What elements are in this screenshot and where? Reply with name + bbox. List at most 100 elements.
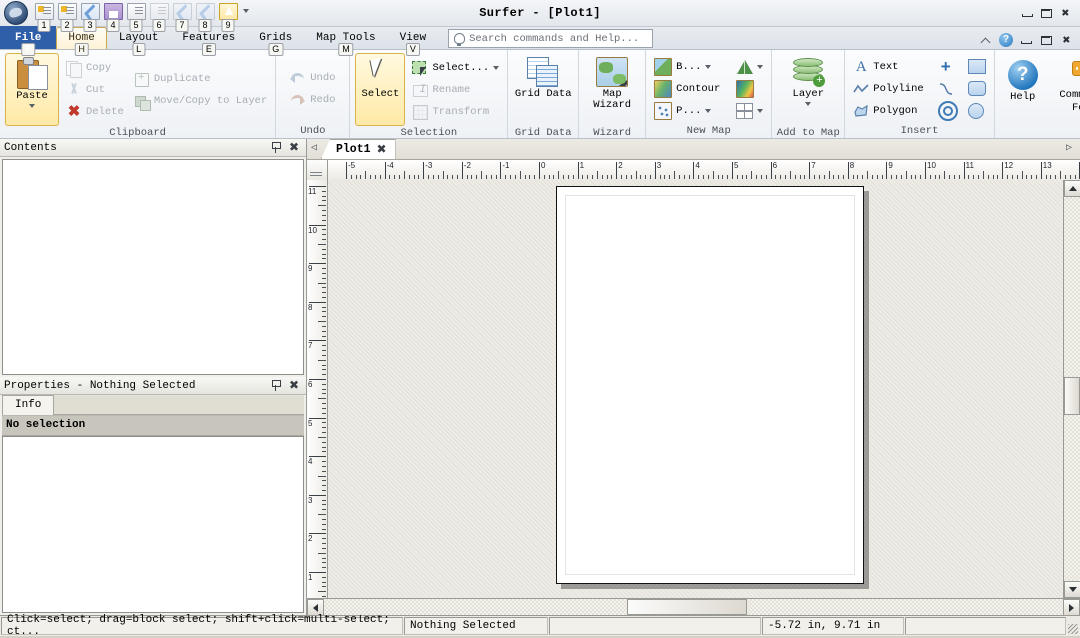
tab-info[interactable]: Info xyxy=(2,395,55,415)
color-relief-button[interactable] xyxy=(733,79,766,99)
select-menu-button[interactable]: Select... xyxy=(409,58,502,78)
post-map-button[interactable]: P... xyxy=(651,101,723,121)
copy-button[interactable]: Copy xyxy=(63,58,127,78)
map-wizard-button[interactable]: Map Wizard xyxy=(584,53,640,126)
post-map-dropdown-icon[interactable] xyxy=(705,108,712,113)
insert-polyline-button[interactable]: Polyline xyxy=(850,79,926,99)
search-box[interactable]: Search commands and Help... xyxy=(448,29,654,48)
document-restore-icon[interactable] xyxy=(1040,35,1053,46)
document-close-icon[interactable]: ✖ xyxy=(1060,34,1073,47)
insert-rounded-rect-button[interactable] xyxy=(965,79,989,99)
window-close-icon[interactable]: ✖ xyxy=(1059,7,1072,20)
redo-icon xyxy=(290,92,306,108)
vertical-scrollbar[interactable] xyxy=(1063,180,1080,598)
document-tab-plot1[interactable]: Plot1 ✖ xyxy=(321,139,396,159)
insert-text-button[interactable]: A Text xyxy=(850,57,926,77)
insert-text-label: Text xyxy=(873,60,899,73)
plus-crosshair-icon: + xyxy=(940,56,951,76)
horizontal-scrollbar[interactable] xyxy=(307,598,1080,616)
community-forum-button[interactable]: Community Forum xyxy=(1050,56,1080,129)
collapse-ribbon-icon[interactable] xyxy=(981,36,992,45)
window-minimize-icon[interactable] xyxy=(1021,8,1034,19)
properties-grid[interactable] xyxy=(2,436,304,613)
duplicate-button[interactable]: Duplicate xyxy=(131,69,270,89)
scroll-down-button[interactable] xyxy=(1064,581,1080,598)
plot-canvas[interactable] xyxy=(328,180,1063,598)
insert-rectangle-button[interactable] xyxy=(965,57,989,77)
paste-dropdown-icon[interactable] xyxy=(29,104,35,108)
cut-button[interactable]: Cut xyxy=(63,80,127,100)
tab-map-tools[interactable]: Map Tools M xyxy=(304,27,387,56)
properties-pin-icon[interactable] xyxy=(271,380,281,391)
group-label-clipboard: Clipboard xyxy=(109,127,166,139)
curve-icon xyxy=(938,81,954,97)
horizontal-scroll-track[interactable] xyxy=(324,599,1063,615)
help-button[interactable]: ? Help xyxy=(1000,56,1046,129)
insert-crosshair-button[interactable]: + xyxy=(935,57,961,77)
surface-3d-button[interactable] xyxy=(733,57,766,77)
undo-button[interactable]: Undo xyxy=(287,68,338,88)
delete-button[interactable]: ✖ Delete xyxy=(63,102,127,122)
select-tool-button[interactable]: Select xyxy=(355,53,406,126)
help-circle-icon: ? xyxy=(1007,60,1038,90)
multi-map-button[interactable] xyxy=(733,101,766,121)
horizontal-ruler[interactable]: -5-4-3-2-101234567891011121314 xyxy=(328,160,1080,181)
multi-map-dropdown-icon[interactable] xyxy=(757,108,764,113)
contents-tree-view[interactable] xyxy=(2,159,304,375)
contents-panel: Contents ✖ xyxy=(0,139,306,377)
insert-curve-button[interactable] xyxy=(935,79,961,99)
insert-polygon-button[interactable]: Polygon xyxy=(850,101,926,121)
scroll-up-button[interactable] xyxy=(1064,180,1080,197)
tab-grids[interactable]: Grids G xyxy=(247,27,304,56)
contents-close-icon[interactable]: ✖ xyxy=(289,141,299,153)
document-tab-close-icon[interactable]: ✖ xyxy=(377,143,387,155)
horizontal-scroll-thumb[interactable] xyxy=(626,599,747,615)
help-label: Help xyxy=(1010,91,1036,103)
move-copy-to-layer-button[interactable]: Move/Copy to Layer xyxy=(131,91,270,111)
base-map-button[interactable]: B... xyxy=(651,57,723,77)
contents-pin-icon[interactable] xyxy=(271,142,281,153)
transform-button[interactable]: Transform xyxy=(409,102,502,122)
ribbon-group-undo: Undo Redo Undo xyxy=(276,50,351,138)
grid-data-button[interactable]: Grid Data xyxy=(513,53,573,126)
keytip-tab-features: E xyxy=(201,43,216,56)
tab-view[interactable]: View V xyxy=(388,27,438,56)
keytip-new-worksheet: 2 xyxy=(60,19,74,32)
insert-polyline-label: Polyline xyxy=(873,82,924,95)
window-restore-icon[interactable] xyxy=(1040,8,1053,19)
resize-grip-icon[interactable] xyxy=(1066,616,1080,636)
post-map-icon xyxy=(654,101,673,120)
ruler-corner-unit[interactable] xyxy=(307,160,328,181)
rename-button[interactable]: Rename xyxy=(409,80,502,100)
doc-tab-prev-icon[interactable]: ◁ xyxy=(307,139,321,159)
ribbon-group-add-to-map: + Layer Add to Map xyxy=(772,50,846,139)
contour-map-button[interactable]: Contour xyxy=(651,79,723,99)
add-layer-button[interactable]: + Layer xyxy=(777,53,839,126)
redo-button[interactable]: Redo xyxy=(287,90,338,110)
surface-3d-dropdown-icon[interactable] xyxy=(757,64,764,69)
add-layer-dropdown-icon[interactable] xyxy=(805,102,812,106)
properties-close-icon[interactable]: ✖ xyxy=(289,379,299,391)
keytip-new-plot: 1 xyxy=(37,19,51,32)
paste-button[interactable]: Paste xyxy=(5,53,59,126)
insert-ellipse-button[interactable] xyxy=(965,101,989,121)
insert-concentric-button[interactable] xyxy=(935,100,961,121)
transform-label: Transform xyxy=(432,105,490,118)
properties-panel-title: Properties - Nothing Selected xyxy=(4,379,196,392)
vertical-ruler[interactable]: 11109876543210 xyxy=(307,180,328,598)
document-tab-bar: ◁ Plot1 ✖ ▷ xyxy=(307,139,1080,160)
vertical-scroll-track[interactable] xyxy=(1064,197,1080,581)
page-sheet[interactable] xyxy=(556,186,864,584)
keytip-export: 6 xyxy=(152,19,166,32)
polygon-icon xyxy=(853,103,869,119)
vertical-scroll-thumb[interactable] xyxy=(1064,377,1080,416)
select-menu-dropdown-icon[interactable] xyxy=(493,65,500,70)
keytip-tab-grids: G xyxy=(268,43,284,56)
base-map-dropdown-icon[interactable] xyxy=(705,64,712,69)
scroll-right-button[interactable] xyxy=(1063,599,1080,616)
paste-label: Paste xyxy=(16,90,48,102)
contour-map-label: Contour xyxy=(676,82,721,95)
keytip-select: 9 xyxy=(221,19,235,32)
ribbon-help-icon[interactable]: ? xyxy=(999,33,1013,47)
document-minimize-icon[interactable] xyxy=(1020,35,1033,46)
